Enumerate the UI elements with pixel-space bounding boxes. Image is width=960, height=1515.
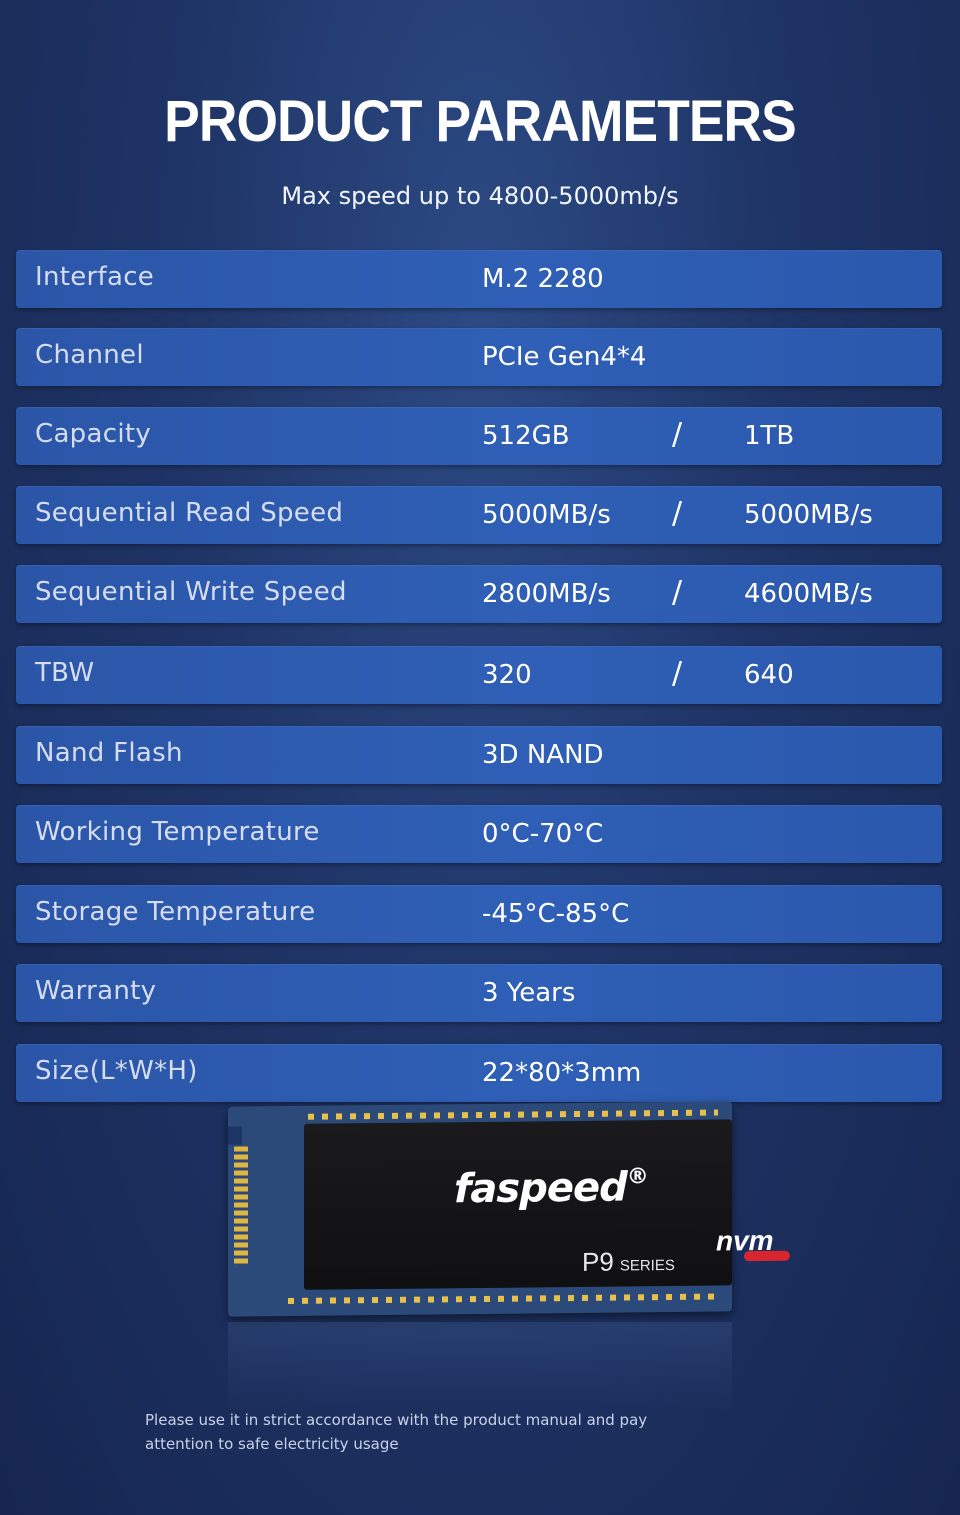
param-value-alt: 640 [744,660,794,690]
ssd-pcb: faspeed® P9 SERIES nvm [228,1101,790,1317]
param-value-alt: 5000MB/s [744,500,873,530]
param-label: TBW [35,658,95,688]
ssd-reflection [228,1322,732,1412]
param-separator: / [672,417,683,452]
param-separator: / [672,575,683,610]
param-label: Interface [35,262,155,292]
param-row-write-speed: Sequential Write Speed 2800MB/s / 4600MB… [16,565,942,623]
param-label: Working Temperature [35,817,320,847]
param-label: Channel [35,340,144,370]
param-label: Warranty [35,976,157,1006]
param-value: 2800MB/s [482,579,611,609]
ssd-components-top [308,1109,718,1120]
param-value: -45°C-85°C [482,899,630,929]
param-row-channel: Channel PCIe Gen4*4 [16,328,942,386]
param-row-nand-flash: Nand Flash 3D NAND [16,726,942,784]
usage-notice: Please use it in strict accordance with … [145,1411,648,1453]
param-row-working-temp: Working Temperature 0°C-70°C [16,805,942,863]
param-row-read-speed: Sequential Read Speed 5000MB/s / 5000MB/… [16,486,942,544]
param-value: PCIe Gen4*4 [482,342,647,372]
param-value-alt: 4600MB/s [744,579,873,609]
param-value: 3D NAND [482,740,604,770]
param-label: Nand Flash [35,738,183,768]
param-separator: / [672,656,683,691]
param-row-storage-temp: Storage Temperature -45°C-85°C [16,885,942,943]
param-row-capacity: Capacity 512GB / 1TB [16,407,942,465]
param-value-alt: 1TB [744,421,795,451]
ssd-product-image: faspeed® P9 SERIES nvm [228,1100,790,1420]
param-label: Sequential Read Speed [35,498,344,528]
param-label: Size(L*W*H) [35,1056,198,1086]
page-subtitle: Max speed up to 4800-5000mb/s [281,182,679,210]
param-value: 5000MB/s [482,500,611,530]
param-label: Storage Temperature [35,897,316,927]
ssd-gold-contacts [234,1146,248,1267]
param-label: Sequential Write Speed [35,577,347,607]
page-title: PRODUCT PARAMETERS [164,89,797,154]
nvme-express-badge [744,1250,790,1262]
ssd-components-bottom [288,1293,718,1305]
param-label: Capacity [35,419,152,449]
param-value: 512GB [482,421,570,451]
param-value: 22*80*3mm [482,1058,642,1088]
ssd-notch [228,1126,242,1145]
ssd-label: faspeed® P9 SERIES nvm [304,1119,790,1290]
param-separator: / [672,496,683,531]
param-row-interface: Interface M.2 2280 [16,250,942,308]
param-row-size: Size(L*W*H) 22*80*3mm [16,1044,942,1102]
param-value: 320 [482,660,532,690]
param-row-warranty: Warranty 3 Years [16,964,942,1022]
param-value: 3 Years [482,978,576,1008]
param-value: 0°C-70°C [482,819,604,849]
brand-logo: faspeed® [454,1164,648,1213]
param-row-tbw: TBW 320 / 640 [16,646,942,704]
param-value: M.2 2280 [482,264,604,294]
series-label: P9 SERIES [582,1246,675,1277]
